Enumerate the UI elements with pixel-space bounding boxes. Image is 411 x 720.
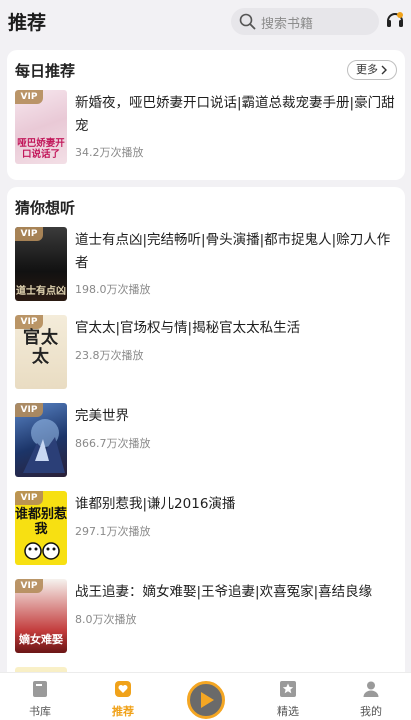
page-title: 推荐: [8, 12, 47, 34]
bottom-nav: 书库 推荐 精选 我的: [0, 672, 411, 720]
list-item[interactable]: VIP 哑巴娇妻开口说话了 新婚夜，哑巴娇妻开口说话|霸道总裁宠妻手册|豪门甜宠…: [15, 90, 397, 164]
book-cover: VIP 道士有点凶: [15, 227, 67, 301]
play-count: 23.8万次播放: [75, 349, 144, 362]
more-label: 更多: [356, 63, 378, 76]
book-title: 战王追妻：嫡女难娶|王爷追妻|欢喜冤家|喜结良缘: [75, 584, 373, 600]
cover-title: 官太太: [23, 328, 59, 367]
nav-label: 书库: [29, 705, 51, 718]
book-cover: VIP 谁都别惹我: [15, 491, 67, 565]
book-cover: VIP 官太太: [15, 315, 67, 389]
book-icon: [33, 681, 47, 697]
chevron-right-icon: [381, 65, 387, 75]
play-button[interactable]: [187, 681, 225, 719]
guess-section-title: 猜你想听: [15, 199, 76, 217]
nav-item-recommend[interactable]: 推荐: [93, 673, 153, 720]
nav-label: 推荐: [112, 705, 134, 718]
book-title: 道士有点凶|完结畅听|骨头演播|都市捉鬼人|赊刀人作者: [75, 232, 391, 271]
book-cover: VIP 嫡女难娶: [15, 579, 67, 653]
vip-badge: VIP: [15, 579, 43, 593]
book-title: 官太太|官场权与情|揭秘官太太私生活: [75, 320, 301, 336]
book-cover: VIP 哑巴娇妻开口说话了: [15, 90, 67, 164]
book-cover: VIP: [15, 403, 67, 477]
star-icon: [280, 681, 296, 697]
user-icon: [363, 681, 379, 697]
play-count: 198.0万次播放: [75, 283, 151, 296]
cover-illustration: [23, 419, 65, 473]
play-icon: [201, 692, 214, 708]
list-item[interactable]: VIP 官太太 官太太|官场权与情|揭秘官太太私生活 23.8万次播放: [15, 315, 397, 389]
vip-badge: VIP: [15, 90, 43, 104]
cover-illustration: [24, 542, 60, 560]
daily-section-title: 每日推荐: [15, 62, 76, 80]
book-title: 谁都别惹我|谦儿2016演播: [75, 496, 236, 512]
guess-you-like-card: 猜你想听 VIP 道士有点凶 道士有点凶|完结畅听|骨头演播|都市捉鬼人|赊刀人…: [7, 187, 405, 687]
play-count: 297.1万次播放: [75, 525, 151, 538]
play-count: 34.2万次播放: [75, 146, 144, 159]
play-count: 866.7万次播放: [75, 437, 151, 450]
recommend-icon: [115, 681, 131, 697]
nav-label: 精选: [277, 705, 299, 718]
nav-item-mine[interactable]: 我的: [341, 673, 401, 720]
cover-title: 嫡女难娶: [19, 633, 63, 646]
book-title: 新婚夜，哑巴娇妻开口说话|霸道总裁宠妻手册|豪门甜宠: [75, 95, 395, 134]
list-item[interactable]: VIP 道士有点凶 道士有点凶|完结畅听|骨头演播|都市捉鬼人|赊刀人作者 19…: [15, 227, 397, 301]
list-item[interactable]: VIP 谁都别惹我 谁都别惹我|谦儿2016演播 297.1万次播放: [15, 491, 397, 565]
cover-title: 哑巴娇妻开口说话了: [17, 138, 65, 160]
nav-item-library[interactable]: 书库: [10, 673, 70, 720]
more-button[interactable]: 更多: [347, 60, 397, 80]
vip-badge: VIP: [15, 227, 43, 241]
search-placeholder: 搜索书籍: [261, 17, 314, 32]
nav-label: 我的: [360, 705, 382, 718]
play-count: 8.0万次播放: [75, 613, 137, 626]
list-item[interactable]: VIP 嫡女难娶 战王追妻：嫡女难娶|王爷追妻|欢喜冤家|喜结良缘 8.0万次播…: [15, 579, 397, 653]
listen-history-button[interactable]: [385, 10, 405, 32]
book-title: 完美世界: [75, 408, 129, 424]
list-item[interactable]: VIP 完美世界 866.7万次播放: [15, 403, 397, 477]
daily-recommend-card: 每日推荐 更多 VIP 哑巴娇妻开口说话了 新婚夜，哑巴娇妻开口说话|霸道总裁宠…: [7, 50, 405, 180]
cover-title: 道士有点凶: [16, 286, 66, 297]
headphone-icon: [387, 12, 403, 27]
search-icon: [239, 13, 256, 30]
nav-item-featured[interactable]: 精选: [258, 673, 318, 720]
top-header: 推荐 搜索书籍: [0, 0, 411, 42]
search-input[interactable]: 搜索书籍: [231, 8, 379, 35]
vip-badge: VIP: [15, 315, 43, 329]
